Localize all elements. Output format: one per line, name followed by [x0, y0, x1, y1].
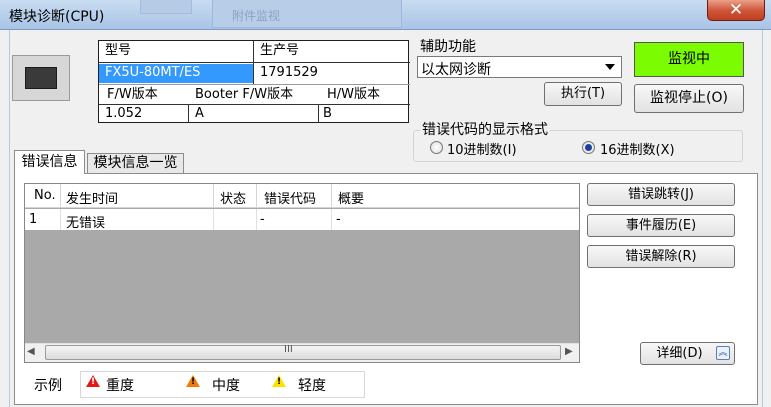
tab-error-info[interactable]: 错误信息 [14, 150, 85, 174]
scrollbar-thumb[interactable] [45, 345, 561, 360]
background-window-tab [140, 0, 192, 14]
background-window-tab-label: 附件监视 [232, 9, 281, 23]
stop-monitoring-button[interactable]: 监视停止(O) [634, 84, 744, 113]
model-header: 型号 [105, 43, 132, 58]
decimal-radio-label[interactable]: 10进制数(I) [447, 139, 517, 158]
booter-fw-version-value: A [195, 106, 204, 121]
column-header-state[interactable]: 状态 [220, 188, 246, 207]
module-info-grid: 型号 生产号 FX5U-80MT/ES 1791529 F/W版本 Booter… [98, 40, 410, 123]
monitoring-status-indicator: 监视中 [634, 42, 744, 77]
column-header-error-code[interactable]: 错误代码 [264, 188, 316, 207]
scroll-right-arrow-icon[interactable]: ▶ [565, 346, 573, 357]
hw-version-header: H/W版本 [327, 87, 381, 102]
hexadecimal-radio-label[interactable]: 16进制数(X) [600, 139, 675, 158]
aux-function-label: 辅助功能 [420, 39, 476, 55]
cell-summary: - [336, 212, 341, 227]
hw-version-value: B [323, 106, 332, 121]
close-button[interactable]: ✕ [707, 0, 765, 21]
execute-button[interactable]: 执行(T) [544, 82, 622, 106]
fw-version-value: 1.052 [105, 106, 143, 121]
cell-no: 1 [29, 212, 38, 227]
table-row[interactable] [25, 209, 579, 230]
dropdown-arrow-icon[interactable] [605, 64, 615, 70]
model-value: FX5U-80MT/ES [99, 64, 253, 83]
close-icon: ✕ [728, 0, 744, 20]
error-clear-button[interactable]: 错误解除(R) [587, 245, 735, 268]
scrollbar-grip: III [284, 344, 293, 355]
error-jump-button[interactable]: 错误跳转(J) [587, 183, 735, 206]
hexadecimal-radio[interactable] [582, 141, 595, 154]
column-header-summary[interactable]: 概要 [338, 188, 364, 207]
serial-header: 生产号 [260, 43, 300, 58]
cell-error-code: - [260, 212, 265, 227]
cpu-module-image [12, 55, 70, 101]
aux-function-selected-value: 以太网诊断 [421, 62, 491, 78]
event-history-button[interactable]: 事件履历(E) [587, 214, 735, 237]
window-title: 模块诊断(CPU) [9, 9, 105, 25]
legend-major-label: 重度 [106, 378, 134, 394]
expand-up-icon[interactable]: ︽ [716, 346, 730, 360]
legend-minor-label: 轻度 [298, 378, 326, 394]
legend-label: 示例 [34, 378, 62, 394]
decimal-radio[interactable] [430, 141, 443, 154]
serial-value: 1791529 [260, 65, 318, 80]
error-code-format-label: 错误代码的显示格式 [420, 119, 550, 139]
fw-version-header: F/W版本 [107, 87, 158, 102]
legend-moderate-label: 中度 [212, 378, 240, 394]
scroll-left-arrow-icon[interactable]: ◀ [27, 346, 35, 357]
column-header-time[interactable]: 发生时间 [66, 188, 118, 207]
cell-time: 无错误 [66, 216, 106, 231]
column-header-no[interactable]: No. [34, 188, 56, 203]
booter-fw-version-header: Booter F/W版本 [195, 87, 294, 102]
tab-module-info-list[interactable]: 模块信息一览 [87, 153, 184, 173]
